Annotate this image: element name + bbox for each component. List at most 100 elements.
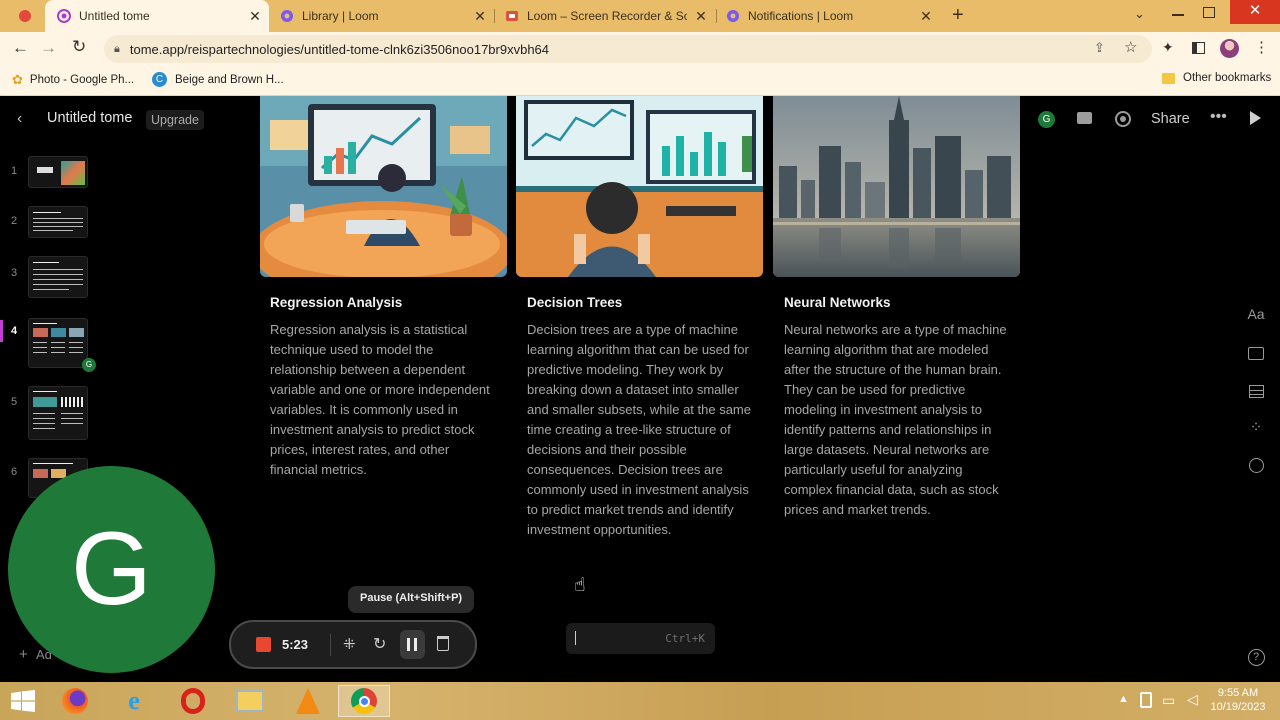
webcam-bubble[interactable]: G: [8, 466, 215, 673]
slide-number: 1: [11, 165, 18, 177]
network-icon[interactable]: ▭: [1162, 692, 1175, 709]
windows-start-button[interactable]: [0, 685, 46, 717]
tab-loom-screen-recorder[interactable]: Loom – Screen Recorder & Scree ✕: [497, 0, 715, 32]
record-icon[interactable]: [1115, 111, 1131, 127]
loom-recorder-favicon-icon: [506, 11, 518, 21]
tab-library-loom[interactable]: Library | Loom ✕: [272, 0, 494, 32]
address-bar[interactable]: 🔒︎ tome.app/reispartechnologies/untitled…: [104, 35, 1152, 63]
chrome-menu-kebab-icon[interactable]: ⋮: [1254, 38, 1269, 56]
theme-palette-icon[interactable]: [1244, 456, 1268, 476]
bookmark-star-icon[interactable]: ☆: [1124, 38, 1137, 56]
card-body-neural-networks: Neural networks are a type of machine le…: [784, 322, 1007, 517]
tab-title: Loom – Screen Recorder & Scree: [527, 9, 687, 23]
tab-title: Library | Loom: [302, 9, 379, 23]
decision-trees-illustration[interactable]: [516, 96, 763, 277]
slide-thumbnail-4[interactable]: [28, 318, 88, 368]
grid-tool-icon[interactable]: ⁘: [1244, 418, 1268, 438]
slide-thumbnail-1[interactable]: [28, 156, 88, 188]
text-caret: [575, 631, 576, 645]
profile-avatar[interactable]: [1220, 39, 1239, 58]
forward-arrow-icon[interactable]: →: [40, 38, 57, 58]
stop-recording-button[interactable]: [256, 637, 271, 652]
new-tab-button[interactable]: +: [952, 4, 972, 28]
tab-notifications-loom[interactable]: Notifications | Loom ✕: [718, 0, 940, 32]
delete-recording-trash-icon[interactable]: [437, 636, 449, 651]
slide-thumbnail-5[interactable]: [28, 386, 88, 440]
drawing-tool-grid-icon[interactable]: ⁜: [343, 635, 356, 653]
close-tab-icon[interactable]: ✕: [693, 8, 709, 25]
command-input[interactable]: Ctrl+K: [566, 623, 715, 654]
card-title-neural-networks: Neural Networks: [784, 295, 891, 310]
back-chevron-icon[interactable]: ‹: [17, 110, 22, 128]
image-tool-icon[interactable]: [1244, 344, 1268, 364]
card-body-decision-trees: Decision trees are a type of machine lea…: [527, 322, 751, 537]
command-shortcut-hint: Ctrl+K: [665, 632, 705, 645]
share-page-icon[interactable]: ⇪: [1094, 40, 1105, 56]
clock-date: 10/19/2023: [1210, 701, 1266, 713]
more-options-icon[interactable]: •••: [1210, 108, 1227, 126]
folder-icon: [1162, 72, 1175, 84]
chrome-taskbar-icon[interactable]: [338, 685, 390, 717]
tray-device-icon[interactable]: [1140, 692, 1152, 708]
bookmark-photo-google[interactable]: ✿ Photo - Google Ph...: [12, 72, 134, 88]
slide-number: 4: [11, 325, 18, 337]
close-window-button[interactable]: ✕: [1230, 0, 1280, 24]
play-presentation-icon[interactable]: [1250, 111, 1261, 125]
share-button[interactable]: Share: [1151, 111, 1190, 127]
regression-analysis-illustration[interactable]: [260, 96, 507, 277]
help-icon[interactable]: ?: [1244, 649, 1268, 669]
tome-favicon-icon: [57, 9, 71, 23]
bookmark-beige-brown[interactable]: C Beige and Brown H...: [152, 72, 284, 87]
pause-tooltip: Pause (Alt+Shift+P): [348, 586, 475, 613]
mouse-cursor-icon: ☝︎: [574, 575, 586, 596]
side-panel-icon[interactable]: [1192, 42, 1205, 54]
close-tab-icon[interactable]: ✕: [247, 8, 263, 25]
pause-recording-button[interactable]: [400, 630, 425, 659]
tab-untitled-tome[interactable]: Untitled tome ✕: [45, 0, 269, 32]
lock-icon: 🔒︎: [114, 42, 120, 55]
bookmarks-bar: ✿ Photo - Google Ph... C Beige and Brown…: [0, 65, 1280, 96]
taskbar-clock[interactable]: 9:55 AM 10/19/2023: [1208, 686, 1268, 714]
volume-icon[interactable]: ◁: [1187, 691, 1198, 708]
active-slide-indicator: [0, 320, 3, 342]
card-title-decision-trees: Decision Trees: [527, 295, 623, 310]
slide-number: 3: [11, 267, 18, 279]
restore-window-button[interactable]: [1203, 7, 1215, 18]
other-bookmarks-folder[interactable]: Other bookmarks: [1162, 72, 1271, 84]
neural-networks-illustration[interactable]: [773, 96, 1020, 277]
slide-number: 5: [11, 396, 18, 408]
windows-logo-icon: [11, 690, 35, 712]
divider: [330, 634, 331, 656]
internet-explorer-taskbar-icon[interactable]: e: [111, 685, 157, 717]
tab-separator: [716, 9, 717, 23]
extensions-puzzle-icon[interactable]: ✦: [1162, 39, 1174, 56]
card-body-regression-analysis: Regression analysis is a statistical tec…: [270, 322, 490, 477]
slide-thumbnail-3[interactable]: [28, 256, 88, 298]
close-tab-icon[interactable]: ✕: [472, 8, 488, 25]
close-tab-icon[interactable]: ✕: [918, 8, 934, 25]
text-tool-button[interactable]: Aa: [1244, 306, 1268, 326]
clock-time: 9:55 AM: [1217, 687, 1259, 699]
back-arrow-icon[interactable]: ←: [12, 38, 29, 58]
recording-timer: 5:23: [282, 637, 309, 652]
minimize-window-button[interactable]: [1172, 14, 1184, 16]
opera-taskbar-icon[interactable]: [170, 685, 216, 717]
window-menu-icon[interactable]: [19, 10, 31, 22]
restart-recording-icon[interactable]: ↻: [373, 634, 386, 654]
table-tool-icon[interactable]: [1244, 382, 1268, 402]
file-explorer-taskbar-icon[interactable]: [227, 685, 273, 717]
comment-icon[interactable]: [1077, 112, 1092, 124]
doc-title[interactable]: Untitled tome: [47, 110, 132, 126]
card-title-regression-analysis: Regression Analysis: [270, 295, 403, 310]
slide-thumbnail-2[interactable]: [28, 206, 88, 238]
tab-search-chevron-down-icon[interactable]: ⌄: [1134, 6, 1145, 22]
reload-icon[interactable]: ↻: [72, 37, 86, 57]
firefox-taskbar-icon[interactable]: [52, 685, 98, 717]
browser-toolbar: ← → ↻ 🔒︎ tome.app/reispartechnologies/un…: [0, 32, 1280, 65]
show-hidden-icons-chevron-icon[interactable]: ▲: [1118, 693, 1129, 705]
user-avatar[interactable]: G: [1038, 111, 1055, 128]
vlc-taskbar-icon[interactable]: [285, 685, 331, 717]
url-text: tome.app/reispartechnologies/untitled-to…: [129, 41, 550, 57]
bookmark-label: Photo - Google Ph...: [29, 74, 135, 86]
upgrade-button[interactable]: Upgrade: [146, 110, 204, 130]
